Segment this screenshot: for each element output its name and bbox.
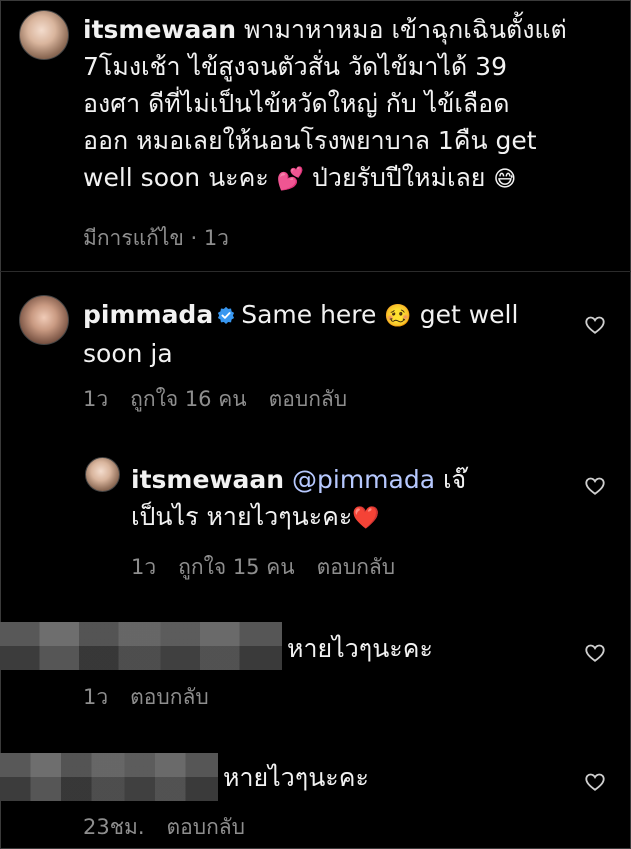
woozy-face-emoji: 🥴 (384, 304, 412, 329)
divider (0, 271, 631, 272)
comment-text: เป็นไร หายไวๆนะคะ (131, 502, 353, 531)
comment-time: 1ว (83, 685, 109, 709)
comment-meta: 1ว ตอบกลับ (83, 681, 231, 714)
post-meta: มีการแก้ไข · 1ว (83, 226, 229, 250)
heart-icon[interactable] (584, 642, 606, 664)
heart-icon[interactable] (584, 771, 606, 793)
comment-text: เจ๊ (435, 465, 467, 494)
post-text-line: 7โมงเช้า ไข้สูงจนตัวสั่น วัดไข้มาได้ 39 (83, 52, 507, 81)
comment-username[interactable]: itsmewaan (131, 465, 284, 494)
comment-text: หายไวๆนะคะ (287, 634, 433, 663)
post-caption: itsmewaan พามาหาหมอ เข้าฉุกเฉินตั้งแต่ 7… (83, 11, 613, 198)
comment-username[interactable]: pimmada (83, 300, 213, 329)
avatar-itsmewaan[interactable] (19, 10, 69, 60)
comment-time: 1ว (131, 555, 157, 579)
red-heart-emoji: ❤️ (352, 506, 380, 531)
comment-time: 23ชม. (83, 815, 145, 839)
avatar-itsmewaan[interactable] (85, 457, 120, 492)
reply-button[interactable]: ตอบกลับ (130, 685, 209, 709)
comment-meta: 1ว ถูกใจ 15 คน ตอบกลับ (131, 551, 417, 584)
avatar-pimmada[interactable] (19, 295, 69, 345)
reply-button[interactable]: ตอบกลับ (167, 815, 246, 839)
post-text-line: องศา ดีที่ไม่เป็นไข้หวัดใหญ่ กับ ไข้เลือ… (83, 89, 510, 118)
post-text-line: ออก หมอเลยให้นอนโรงพยาบาล 1คืน get (83, 126, 537, 155)
comment-meta: 1ว ถูกใจ 16 คน ตอบกลับ (83, 383, 369, 416)
comment-text: soon ja (83, 339, 173, 368)
blurred-user[interactable] (0, 622, 282, 670)
comment-meta: 23ชม. ตอบกลับ (83, 811, 267, 844)
comment-pimmada: pimmada Same here 🥴 get well soon ja (83, 296, 563, 372)
mention-link[interactable]: @pimmada (292, 465, 435, 494)
comment-text: get well (411, 300, 519, 329)
heart-icon[interactable] (584, 314, 606, 336)
reply-button[interactable]: ตอบกลับ (317, 555, 396, 579)
verified-badge-icon (218, 306, 235, 324)
comment-reply-itsmewaan: itsmewaan @pimmada เจ๊ เป็นไร หายไวๆนะคะ… (131, 461, 571, 537)
comment-likes[interactable]: ถูกใจ 16 คน (130, 387, 246, 411)
heart-icon[interactable] (584, 475, 606, 497)
comment-time: 1ว (83, 387, 109, 411)
comment-text: หายไวๆนะคะ (223, 763, 369, 792)
post-text-line: ป่วยรับปีใหม่เลย (304, 163, 494, 192)
sweat-smile-emoji: 😅 (493, 167, 517, 192)
post-text-line: well soon นะคะ (83, 163, 277, 192)
comment-text: Same here (241, 300, 385, 329)
comment-likes[interactable]: ถูกใจ 15 คน (178, 555, 294, 579)
post-text-line: พามาหาหมอ เข้าฉุกเฉินตั้งแต่ (236, 15, 567, 44)
post-username[interactable]: itsmewaan (83, 15, 236, 44)
blurred-user[interactable] (0, 753, 218, 801)
two-hearts-emoji: 💕 (276, 167, 305, 192)
reply-button[interactable]: ตอบกลับ (269, 387, 348, 411)
